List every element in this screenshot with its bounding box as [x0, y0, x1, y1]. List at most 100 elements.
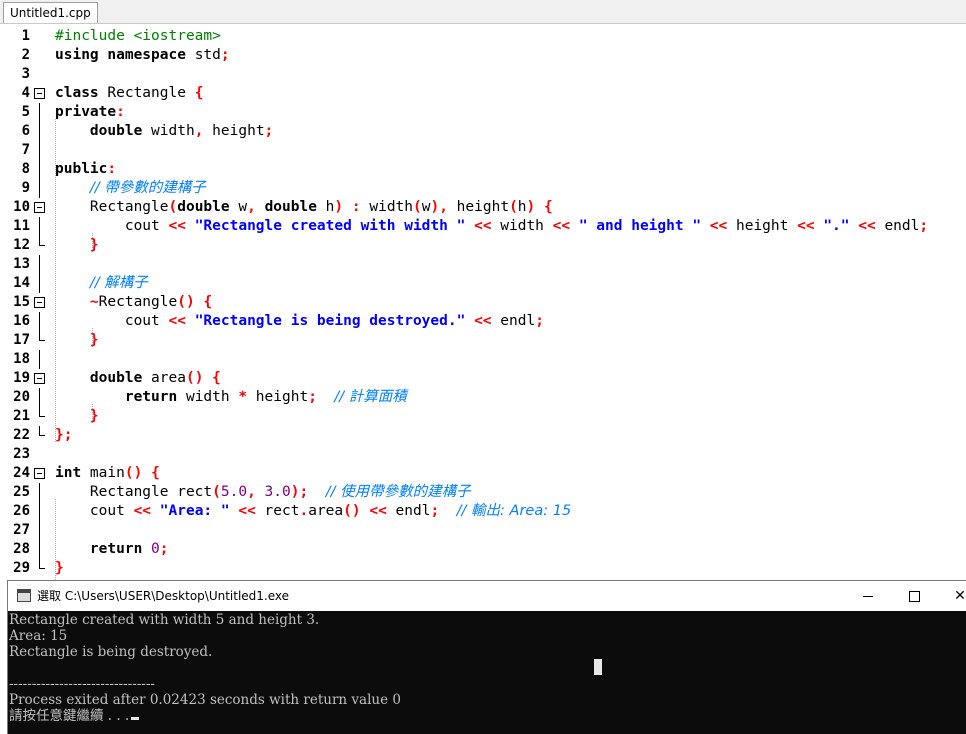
- fold-vertical-line: [39, 122, 40, 141]
- fold-line: [34, 312, 45, 331]
- code-line[interactable]: 1 #include <iostream>: [0, 27, 966, 46]
- code-line[interactable]: 14 // 解構子: [0, 274, 966, 293]
- console-output[interactable]: Rectangle created with width 5 and heigh…: [8, 611, 966, 734]
- fold-toggle-icon[interactable]: [34, 198, 45, 217]
- fold-toggle-icon[interactable]: [34, 84, 45, 103]
- code-token: <<: [552, 218, 571, 234]
- code-editor[interactable]: 1 #include <iostream> 2 using namespace std…: [0, 24, 966, 580]
- code-line[interactable]: 7: [0, 141, 966, 160]
- console-window[interactable]: 選取 C:\Users\USER\Desktop\Untitled1.exe ✕…: [7, 580, 966, 734]
- fold-line: [34, 141, 45, 160]
- code-line[interactable]: 27: [0, 521, 966, 540]
- code-line[interactable]: 3: [0, 65, 966, 84]
- code-token: (: [509, 199, 518, 215]
- code-token: width: [177, 389, 239, 405]
- code-line[interactable]: 13: [0, 255, 966, 274]
- code-line[interactable]: 9 // 帶參數的建構子: [0, 179, 966, 198]
- code-text: private:: [55, 103, 125, 122]
- fold-vertical-line: [39, 255, 40, 274]
- code-token: " and height ": [578, 218, 702, 234]
- console-output-text: Rectangle created with width 5 and heigh…: [9, 612, 320, 628]
- console-titlebar[interactable]: 選取 C:\Users\USER\Desktop\Untitled1.exe ✕: [8, 581, 966, 611]
- code-line[interactable]: 29}: [0, 559, 966, 578]
- code-line[interactable]: 11 cout << "Rectangle created with width…: [0, 217, 966, 236]
- code-line[interactable]: 28 return 0;: [0, 540, 966, 559]
- fold-end-line: [39, 426, 45, 436]
- console-output-line: Area: 15: [9, 628, 67, 644]
- code-line[interactable]: 2 using namespace std;: [0, 46, 966, 65]
- code-text: cout << "Area: " << rect.area() << endl;…: [55, 502, 571, 521]
- code-line[interactable]: 8 public:: [0, 160, 966, 179]
- code-line[interactable]: 26 cout << "Area: " << rect.area() << en…: [0, 502, 966, 521]
- code-token: <<: [168, 313, 186, 329]
- code-token: Rectangle rect: [55, 484, 213, 500]
- fold-vertical-line: [39, 179, 40, 198]
- fold-vertical-line: [39, 274, 40, 293]
- code-token: Rectangle: [55, 199, 169, 215]
- code-line[interactable]: 23: [0, 445, 966, 464]
- code-token: private: [55, 104, 117, 120]
- code-token: <<: [709, 218, 728, 234]
- code-token: ;: [308, 389, 317, 405]
- code-text: double width, height;: [55, 122, 273, 141]
- fold-line: [34, 255, 45, 274]
- fold-end-line: [39, 236, 45, 246]
- fold-end-marker: [34, 236, 45, 255]
- fold-toggle-icon[interactable]: [34, 464, 45, 483]
- code-line[interactable]: 25 Rectangle rect(5.0, 3.0); // 使用帶參數的建構…: [0, 483, 966, 502]
- maximize-button[interactable]: [891, 581, 937, 611]
- code-text: }: [55, 236, 99, 255]
- code-line[interactable]: 24 int main() {: [0, 464, 966, 483]
- line-number: 13: [13, 256, 30, 272]
- close-button[interactable]: ✕: [937, 581, 966, 611]
- fold-toggle-icon[interactable]: [34, 293, 45, 312]
- code-line[interactable]: 17 }: [0, 331, 966, 350]
- console-cursor: [131, 717, 140, 720]
- code-token: double: [89, 370, 143, 386]
- code-text: cout << "Rectangle created with width " …: [55, 217, 928, 236]
- code-token: <<: [133, 503, 152, 519]
- code-text: using namespace std;: [55, 46, 230, 65]
- code-token: ;: [430, 503, 440, 519]
- code-line[interactable]: 22};: [0, 426, 966, 445]
- minimize-button[interactable]: [845, 581, 891, 611]
- code-line[interactable]: 5 private:: [0, 103, 966, 122]
- code-token: w: [229, 199, 248, 215]
- fold-vertical-line: [39, 141, 40, 160]
- tab-untitled1-cpp[interactable]: Untitled1.cpp: [3, 2, 98, 23]
- line-number: 8: [21, 161, 30, 177]
- code-token: class: [55, 85, 99, 101]
- code-line[interactable]: 15 ~Rectangle() {: [0, 293, 966, 312]
- line-number: 2: [21, 47, 30, 63]
- line-number: 11: [13, 218, 30, 234]
- line-number: 9: [21, 180, 30, 196]
- code-token: <<: [238, 503, 256, 519]
- code-line[interactable]: 4 class Rectangle {: [0, 84, 966, 103]
- code-token: cout: [55, 313, 169, 329]
- code-line[interactable]: 21 }: [0, 407, 966, 426]
- code-line[interactable]: 18: [0, 350, 966, 369]
- line-number: 4: [21, 85, 30, 101]
- console-output-line: Rectangle is being destroyed.: [9, 644, 212, 660]
- code-line[interactable]: 12 }: [0, 236, 966, 255]
- code-token: // 使用帶參數的建構子: [325, 484, 471, 500]
- code-token: return: [124, 389, 178, 405]
- code-line[interactable]: 19 double area() {: [0, 369, 966, 388]
- console-output-line: Process exited after 0.02423 seconds wit…: [9, 692, 401, 708]
- code-line[interactable]: 20 return width * height; // 計算面積: [0, 388, 966, 407]
- code-line[interactable]: 16 cout << "Rectangle is being destroyed…: [0, 312, 966, 331]
- code-token: ;: [919, 218, 929, 234]
- code-line[interactable]: 6 double width, height;: [0, 122, 966, 141]
- line-number: 22: [13, 427, 30, 443]
- fold-toggle-icon[interactable]: [34, 369, 45, 388]
- code-line[interactable]: 10 Rectangle(double w, double h) : width…: [0, 198, 966, 217]
- fold-line: [34, 122, 45, 141]
